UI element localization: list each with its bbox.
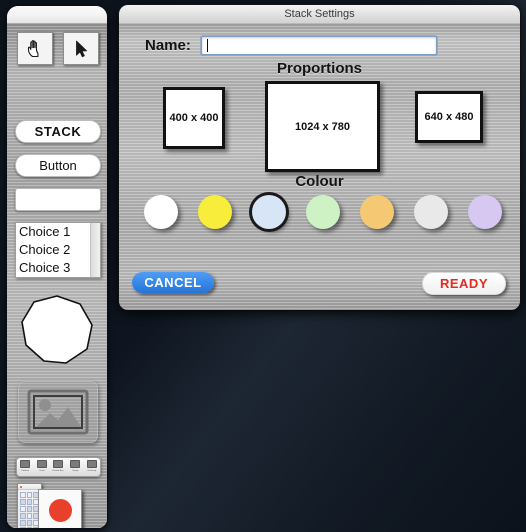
resize-box-icon	[53, 460, 64, 468]
arrow-tool-button[interactable]	[63, 32, 99, 65]
choice-list-scrollbar[interactable]	[90, 223, 100, 277]
proportions-heading: Proportions	[277, 60, 362, 77]
red-circle-icon	[48, 498, 72, 522]
choice-list[interactable]: Choice 1 Choice 2 Choice 3	[15, 222, 101, 278]
name-label: Name:	[145, 37, 191, 54]
ungroup-icon	[86, 460, 97, 468]
palette-body: STACK Button Choice 1 Choice 2 Choice 3	[7, 23, 107, 528]
text-caret	[206, 39, 208, 52]
scale-icon	[36, 460, 47, 468]
group-icon	[70, 460, 81, 468]
mini-toolbar-item[interactable]: Position	[17, 460, 33, 472]
choice-list-rows: Choice 1 Choice 2 Choice 3	[16, 223, 91, 277]
mini-toolbar[interactable]: Position Scale Resize Box Group UnGroup	[16, 457, 101, 477]
list-item[interactable]: Choice 1	[16, 223, 91, 241]
proportion-option-400x400[interactable]: 400 x 400	[163, 87, 225, 149]
palette-titlebar[interactable]	[7, 6, 107, 24]
stack-settings-dialog: Stack Settings Name: Proportions 400 x 4…	[119, 5, 520, 310]
hand-pointer-icon	[24, 38, 46, 60]
palette-text-field[interactable]	[15, 188, 101, 211]
dialog-titlebar[interactable]: Stack Settings	[119, 5, 520, 24]
name-input[interactable]	[200, 36, 437, 55]
colour-swatch-light-blue[interactable]	[252, 195, 286, 229]
polygon-shape[interactable]	[20, 295, 94, 365]
ready-button[interactable]: READY	[422, 272, 506, 295]
mini-toolbar-label: Scale	[39, 469, 45, 472]
image-well[interactable]	[18, 381, 98, 443]
list-item[interactable]: Choice 2	[16, 241, 91, 259]
colour-swatch-light-grey[interactable]	[414, 195, 448, 229]
mini-toolbar-item[interactable]: Resize Box	[50, 460, 66, 472]
tool-palette-window: STACK Button Choice 1 Choice 2 Choice 3	[7, 6, 107, 528]
stack-label-button[interactable]: STACK	[15, 120, 101, 143]
record-button[interactable]	[38, 489, 82, 528]
mini-toolbar-label: UnGroup	[87, 469, 97, 472]
cancel-button[interactable]: CANCEL	[132, 272, 214, 293]
proportion-option-1024x780[interactable]: 1024 x 780	[265, 81, 380, 172]
mini-toolbar-item[interactable]: Scale	[34, 460, 50, 472]
list-item[interactable]: Choice 3	[16, 259, 91, 277]
close-icon[interactable]	[19, 485, 22, 488]
mini-toolbar-label: Group	[72, 469, 79, 472]
colour-swatch-light-green[interactable]	[306, 195, 340, 229]
proportions-options: 400 x 400 1024 x 780 640 x 480	[119, 81, 520, 172]
colour-swatch-yellow[interactable]	[198, 195, 232, 229]
dialog-body: Name: Proportions 400 x 400 1024 x 780 6…	[119, 23, 520, 310]
colour-swatch-orange[interactable]	[360, 195, 394, 229]
mini-toolbar-label: Position	[21, 469, 30, 472]
mini-toolbar-label: Resize Box	[53, 469, 64, 472]
colour-swatches	[119, 195, 520, 241]
mini-toolbar-item[interactable]: UnGroup	[84, 460, 100, 472]
colour-swatch-white[interactable]	[144, 195, 178, 229]
proportion-option-640x480[interactable]: 640 x 480	[415, 91, 483, 143]
colour-heading: Colour	[295, 173, 344, 190]
app-background: STACK Button Choice 1 Choice 2 Choice 3	[0, 0, 526, 532]
arrow-cursor-icon	[70, 38, 92, 60]
hand-tool-button[interactable]	[17, 32, 53, 65]
colour-swatch-lavender[interactable]	[468, 195, 502, 229]
image-placeholder-icon	[27, 389, 89, 435]
mini-toolbar-item[interactable]: Group	[67, 460, 83, 472]
dialog-title: Stack Settings	[284, 8, 355, 20]
tool-row	[17, 32, 99, 65]
position-icon	[20, 460, 31, 468]
generic-button[interactable]: Button	[15, 154, 101, 177]
name-row: Name:	[145, 36, 437, 55]
